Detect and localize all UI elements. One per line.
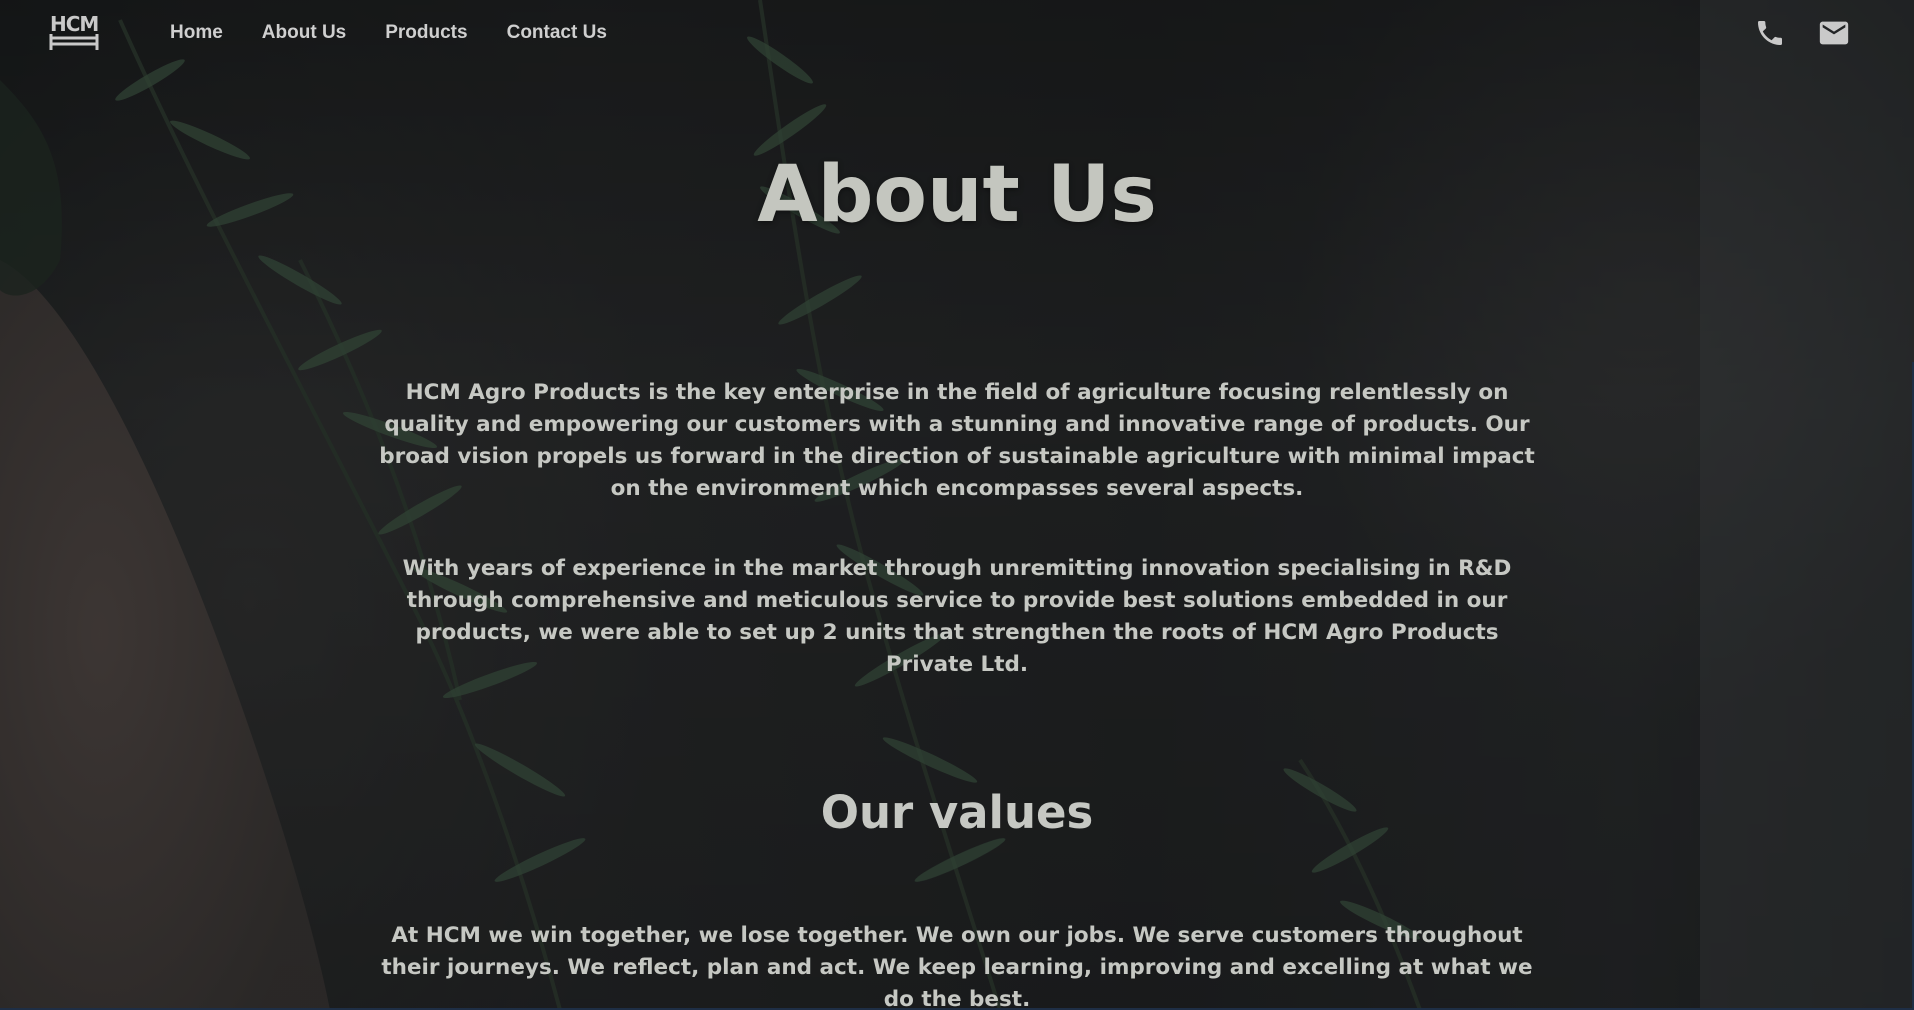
nav-link-contact-us[interactable]: Contact Us bbox=[507, 22, 607, 44]
phone-icon[interactable] bbox=[1754, 16, 1786, 50]
page-title: About Us bbox=[757, 150, 1157, 240]
nav-link-home[interactable]: Home bbox=[170, 22, 223, 44]
bed-logo-icon bbox=[49, 34, 99, 50]
values-heading: Our values bbox=[820, 786, 1094, 839]
nav-link-products[interactable]: Products bbox=[385, 22, 467, 44]
about-paragraph-2: With years of experience in the market t… bbox=[402, 556, 1512, 677]
top-navbar: HCM Home About Us Products Contact Us bbox=[0, 0, 1914, 66]
nav-contact-icons bbox=[1754, 16, 1852, 50]
nav-links: Home About Us Products Contact Us bbox=[170, 22, 646, 44]
values-paragraph: At HCM we win together, we lose together… bbox=[381, 923, 1533, 1010]
mail-icon[interactable] bbox=[1816, 16, 1852, 50]
about-paragraph-1: HCM Agro Products is the key enterprise … bbox=[379, 380, 1535, 501]
hcm-logo[interactable]: HCM bbox=[48, 12, 102, 52]
page: HCM Home About Us Products Contact Us Ab… bbox=[0, 0, 1914, 1010]
nav-link-about-us[interactable]: About Us bbox=[262, 22, 346, 44]
